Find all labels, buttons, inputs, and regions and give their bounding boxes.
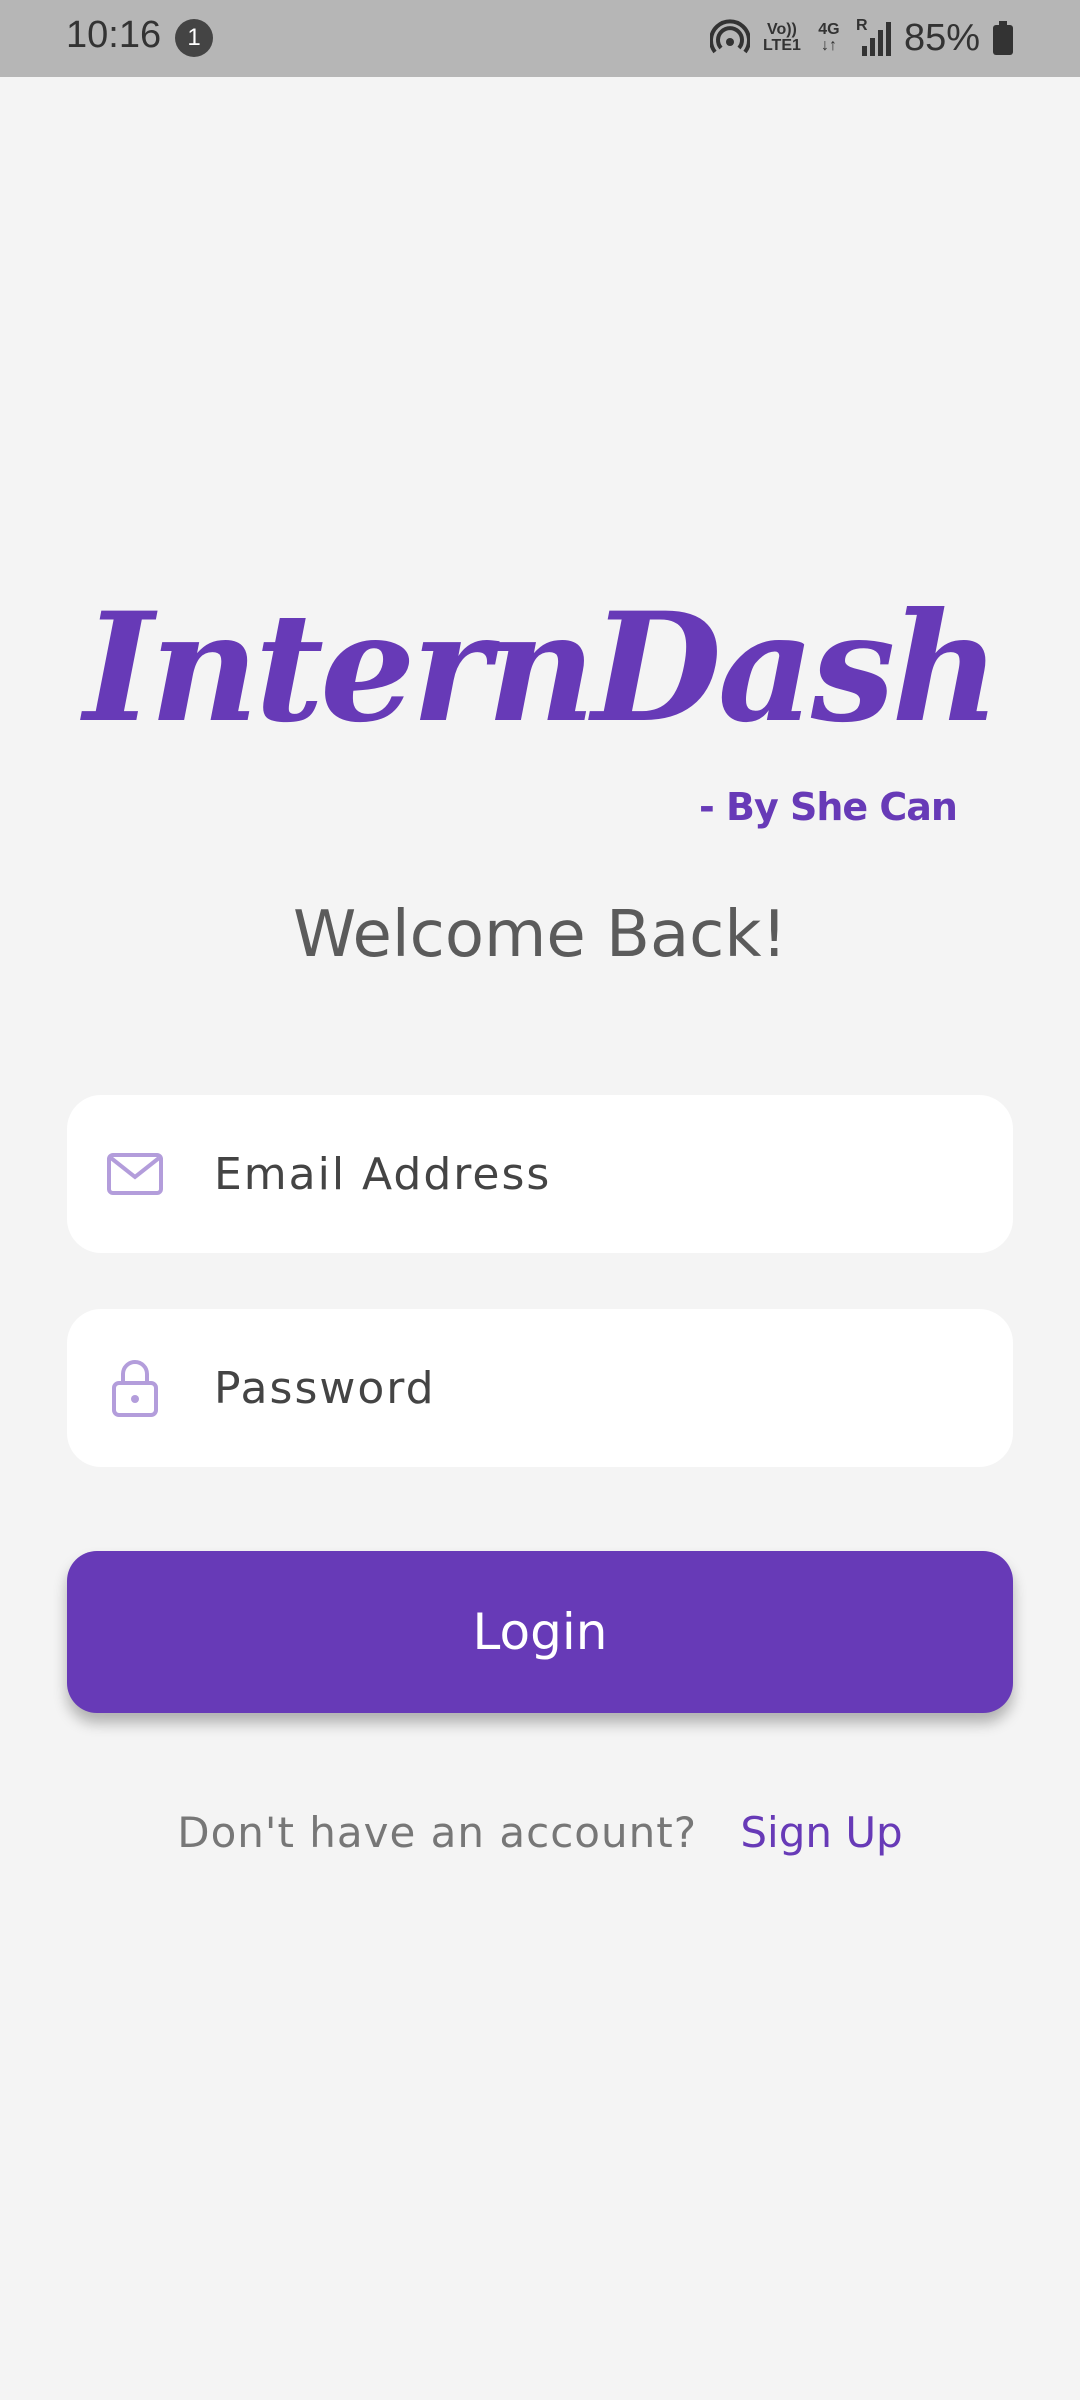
volte-icon: Vo)) LTE1 xyxy=(762,22,802,54)
status-time: 10:16 xyxy=(66,14,162,56)
app-logo: InternDash xyxy=(83,580,1001,756)
battery-icon xyxy=(993,21,1013,55)
signup-link[interactable]: Sign Up xyxy=(740,1808,902,1857)
battery-percentage: 85% xyxy=(903,16,980,59)
notification-badge: 1 xyxy=(175,19,213,57)
signal-icon: R xyxy=(856,18,892,58)
network-label: 4G xyxy=(818,21,840,38)
volte-label: Vo)) LTE1 xyxy=(762,21,801,54)
data-arrows-icon: 4G ↓↑ xyxy=(818,21,840,54)
welcome-heading: Welcome Back! xyxy=(292,898,788,972)
password-field[interactable] xyxy=(67,1309,1013,1467)
app-tagline: - By She Can xyxy=(699,785,958,829)
password-input[interactable] xyxy=(214,1309,974,1467)
email-input[interactable] xyxy=(214,1095,974,1253)
email-field[interactable] xyxy=(67,1095,1013,1253)
signup-row: Don't have an account? Sign Up xyxy=(0,1808,1080,1857)
login-button[interactable]: Login xyxy=(67,1551,1013,1713)
status-icons: Vo)) LTE1 4G ↓↑ R 85% xyxy=(709,14,1014,62)
signup-prompt: Don't have an account? xyxy=(177,1808,697,1857)
lock-icon xyxy=(112,1360,158,1417)
status-bar: 10:16 1 Vo)) LTE1 4G ↓↑ R 85% xyxy=(0,0,1080,77)
hotspot-icon xyxy=(709,19,750,54)
mail-icon xyxy=(107,1153,163,1195)
